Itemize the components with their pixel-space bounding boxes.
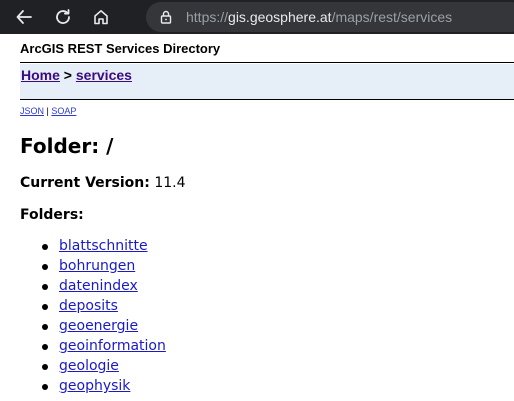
json-link[interactable]: JSON — [20, 106, 44, 116]
bullet-icon — [42, 284, 48, 290]
breadcrumb-home-link[interactable]: Home — [21, 67, 60, 83]
breadcrumb: Home > services — [21, 67, 132, 83]
soap-link[interactable]: SOAP — [51, 106, 76, 116]
reload-icon[interactable] — [48, 2, 78, 32]
bullet-icon — [42, 244, 48, 250]
url-host: gis.geosphere.at — [228, 9, 332, 25]
current-version: Current Version: 11.4 — [20, 175, 186, 191]
url-text[interactable]: https://gis.geosphere.at/maps/rest/servi… — [186, 9, 452, 25]
bullet-icon — [42, 364, 48, 370]
breadcrumb-separator: > — [63, 67, 72, 83]
folder-link-datenindex[interactable]: datenindex — [59, 278, 138, 294]
address-bar[interactable]: https://gis.geosphere.at/maps/rest/servi… — [146, 2, 514, 32]
url-scheme: https:// — [186, 9, 229, 25]
bullet-icon — [42, 384, 48, 390]
folders-label: Folders: — [20, 207, 84, 223]
page-title: ArcGIS REST Services Directory — [20, 41, 221, 56]
lock-icon[interactable] — [158, 9, 174, 25]
bullet-icon — [42, 324, 48, 330]
version-label: Current Version: — [20, 175, 150, 191]
back-arrow-icon[interactable] — [9, 2, 39, 32]
title-divider — [20, 62, 514, 63]
format-separator: | — [46, 106, 49, 116]
version-value: 11.4 — [154, 175, 186, 191]
browser-toolbar: https://gis.geosphere.at/maps/rest/servi… — [0, 0, 514, 34]
format-links: JSON | SOAP — [20, 106, 76, 116]
bullet-icon — [42, 344, 48, 350]
folder-link-bohrungen[interactable]: bohrungen — [59, 258, 135, 274]
breadcrumb-services-link[interactable]: services — [76, 67, 132, 83]
folder-heading: Folder: / — [20, 134, 114, 158]
bullet-icon — [42, 304, 48, 310]
folder-link-geologie[interactable]: geologie — [59, 358, 119, 374]
folder-link-deposits[interactable]: deposits — [59, 298, 118, 314]
folder-link-geoenergie[interactable]: geoenergie — [59, 318, 138, 334]
folder-link-geophysik[interactable]: geophysik — [59, 378, 130, 394]
breadcrumb-bar: Home > services — [20, 64, 514, 100]
home-icon[interactable] — [86, 2, 116, 32]
folder-link-blattschnitte[interactable]: blattschnitte — [59, 238, 148, 254]
url-path: /maps/rest/services — [331, 9, 453, 25]
bullet-icon — [42, 264, 48, 270]
folder-link-geoinformation[interactable]: geoinformation — [59, 338, 166, 354]
